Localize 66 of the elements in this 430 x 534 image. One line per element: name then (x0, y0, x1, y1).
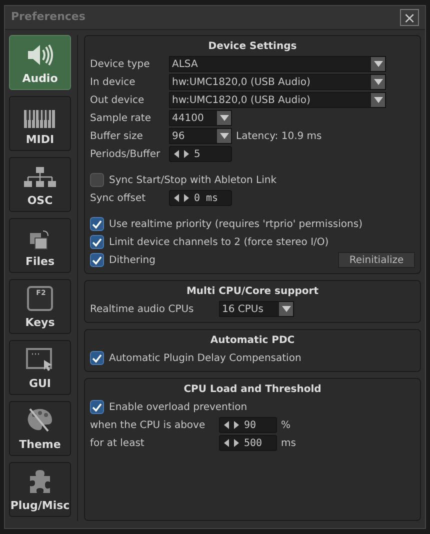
dropdown-caret-icon (371, 57, 385, 71)
unit-label: % (281, 418, 291, 432)
dropdown-caret-icon (217, 129, 231, 143)
dropdown-caret-icon (371, 75, 385, 89)
dropdown-caret-icon (217, 111, 231, 125)
field-label: Sync offset (90, 192, 146, 204)
field-label: Buffer size (90, 130, 143, 142)
field-label: Out device (90, 94, 144, 106)
palette-brush-icon (26, 406, 54, 432)
sidebar-tab[interactable]: Plug/Misc (9, 462, 71, 517)
checkbox[interactable] (90, 351, 104, 365)
dropdown[interactable]: ALSA (169, 56, 386, 72)
stepper-arrows-icon[interactable] (224, 421, 239, 429)
field-label: when the CPU is above (90, 420, 206, 430)
dropdown[interactable]: hw:UMC1820,0 (USB Audio) (169, 92, 386, 108)
speaker-icon (26, 42, 54, 66)
network-icon (24, 166, 56, 188)
piano-keys-icon (24, 110, 56, 128)
checkbox[interactable] (90, 173, 104, 187)
sidebar-tab[interactable]: OSC (9, 157, 71, 212)
dropdown[interactable]: 44100 (169, 110, 232, 126)
checkbox-label: Automatic Plugin Delay Compensation (109, 352, 302, 366)
section-title: Device Settings (207, 40, 298, 54)
window-cursor-icon (26, 348, 54, 372)
checkbox[interactable] (90, 253, 104, 267)
field-label: for at least (90, 438, 144, 448)
stepper-arrows-icon[interactable] (174, 150, 189, 158)
number-spinner[interactable]: 90 (219, 417, 277, 433)
checkbox-label: Dithering (109, 254, 156, 268)
field-label: Periods/Buffer (90, 148, 160, 160)
dropdown-caret-icon (279, 302, 293, 316)
field-label: Device type (90, 58, 150, 70)
files-icon (29, 230, 51, 250)
checkbox[interactable] (90, 235, 104, 249)
close-button[interactable]: × (400, 9, 419, 26)
checkbox[interactable] (90, 400, 104, 414)
window-title: Preferences (11, 9, 86, 26)
number-spinner[interactable]: 5 (169, 146, 232, 162)
sidebar-tab[interactable]: GUI (9, 340, 71, 395)
dropdown[interactable]: hw:UMC1820,0 (USB Audio) (169, 74, 386, 90)
checkbox-label: Limit device channels to 2 (force stereo I/O) (109, 236, 329, 250)
field-label: Realtime audio CPUs (90, 304, 194, 314)
unit-label: ms (281, 436, 296, 450)
field-label: In device (90, 76, 136, 88)
checkbox[interactable] (90, 217, 104, 231)
checkbox-label: Enable overload prevention (109, 400, 248, 414)
number-spinner[interactable]: 0 ms (169, 190, 232, 206)
dropdown-caret-icon (371, 93, 385, 107)
sidebar-tab[interactable]: MIDI (9, 96, 71, 151)
dropdown[interactable]: 16 CPUs (219, 301, 294, 317)
checkbox-label: Use realtime priority (requires 'rtprio' permissions) (109, 218, 362, 232)
stepper-arrows-icon[interactable] (174, 194, 189, 202)
sidebar-tab[interactable]: Audio (9, 35, 71, 90)
stepper-arrows-icon[interactable] (224, 439, 239, 447)
field-label: Sample rate (90, 112, 151, 124)
section-title: Automatic PDC (209, 334, 296, 348)
sidebar-tab[interactable]: Theme (9, 401, 71, 456)
latency-text: Latency: 10.9 ms (236, 130, 322, 144)
number-spinner[interactable]: 500 (219, 435, 277, 451)
sidebar-tab[interactable]: Files (9, 218, 71, 273)
puzzle-piece-icon (27, 468, 53, 494)
section-title: Multi CPU/Core support (185, 285, 320, 299)
checkbox-label: Sync Start/Stop with Ableton Link (109, 174, 277, 188)
reinitialize-button[interactable]: Reinitialize (338, 252, 415, 268)
section-title: CPU Load and Threshold (182, 383, 322, 397)
dropdown[interactable]: 96 (169, 128, 232, 144)
